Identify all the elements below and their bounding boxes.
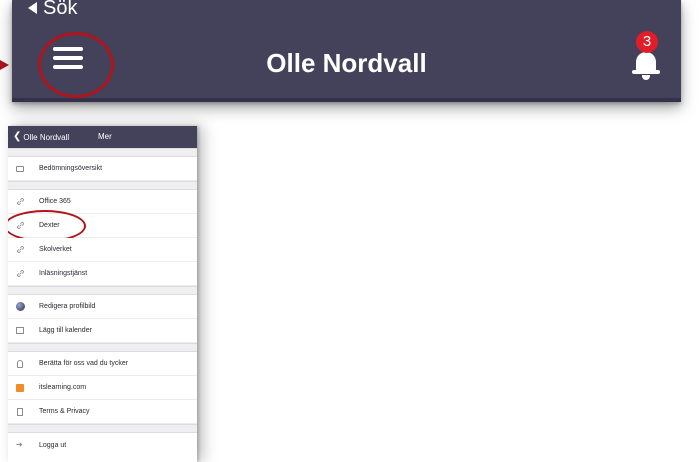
menu-item-feedback[interactable]: Berätta för oss vad du tycker [8, 352, 197, 376]
profile-picture-icon [15, 302, 25, 312]
back-label: Sök [43, 0, 78, 19]
back-arrow-icon [28, 2, 37, 14]
menu-item-redigera-profilbild[interactable]: Redigera profilbild [8, 295, 197, 319]
annotation-arrow [0, 60, 9, 70]
panel-title: Mer [98, 132, 112, 141]
header-divider [12, 98, 681, 102]
menu-item-logga-ut[interactable]: ➜ Logga ut [8, 433, 197, 457]
menu-item-skolverket[interactable]: Skolverket [8, 238, 197, 262]
back-button[interactable]: Sök [28, 0, 77, 22]
panel-header: ❮ Olle Nordvall Mer [8, 126, 197, 148]
link-icon [15, 245, 25, 255]
menu-item-inlasningstjanst[interactable]: Inläsningstjänst [8, 262, 197, 286]
notifications-button[interactable] [632, 48, 662, 82]
app-header: Sök Olle Nordvall [12, 0, 681, 102]
folder-icon [15, 164, 25, 174]
more-menu-panel: ❮ Olle Nordvall Mer Bedömningsöversikt O… [8, 126, 197, 462]
itslearning-icon [15, 383, 25, 393]
link-icon [15, 197, 25, 207]
document-icon [15, 407, 25, 417]
menu-item-lagg-till-kalender[interactable]: Lägg till kalender [8, 319, 197, 343]
lightbulb-icon [15, 359, 25, 369]
notification-badge: 3 [636, 31, 658, 53]
link-icon [15, 269, 25, 279]
chevron-left-icon: ❮ [13, 131, 22, 142]
menu-item-itslearning[interactable]: itslearning.com [8, 376, 197, 400]
menu-item-terms-privacy[interactable]: Terms & Privacy [8, 400, 197, 424]
bell-icon [636, 52, 656, 72]
logout-icon: ➜ [16, 440, 23, 449]
calendar-icon [15, 326, 25, 336]
menu-item-bedomningsoversikt[interactable]: Bedömningsöversikt [8, 157, 197, 181]
panel-back-label: Olle Nordvall [23, 132, 70, 142]
panel-back-button[interactable]: ❮ Olle Nordvall [13, 132, 69, 142]
menu-item-dexter[interactable]: Dexter [8, 210, 197, 242]
page-title: Olle Nordvall [266, 48, 427, 78]
